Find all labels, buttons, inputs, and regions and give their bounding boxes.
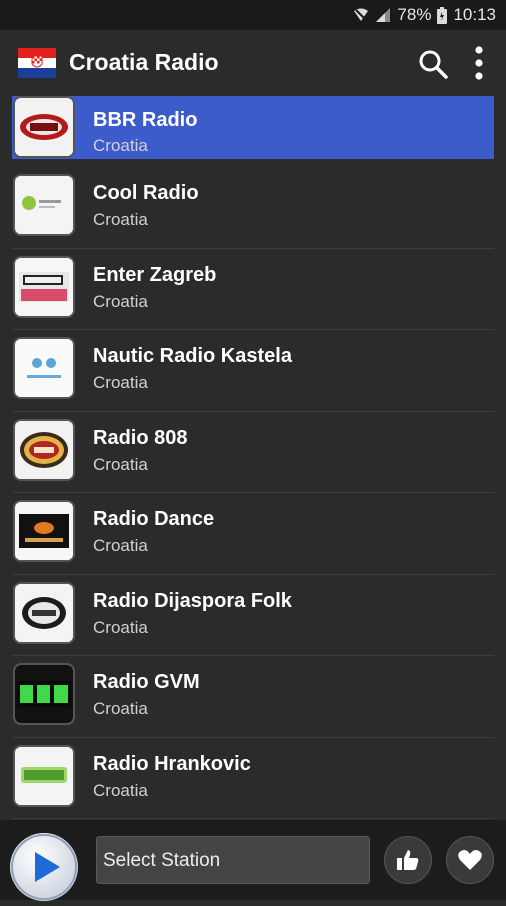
station-name: Radio Dijaspora Folk bbox=[93, 589, 292, 612]
station-logo bbox=[15, 583, 73, 642]
station-list: BBR Radio Croatia Cool Radio Croatia Ent… bbox=[12, 96, 494, 819]
station-row-radio-gvm[interactable]: Radio GVM Croatia bbox=[12, 656, 494, 738]
station-name: BBR Radio bbox=[93, 109, 198, 131]
croatia-flag-icon bbox=[18, 48, 56, 78]
station-row-radio-dijaspora-folk[interactable]: Radio Dijaspora Folk Croatia bbox=[12, 575, 494, 656]
station-name: Enter Zagreb bbox=[93, 263, 217, 286]
station-logo bbox=[15, 746, 73, 805]
station-country: Croatia bbox=[93, 373, 148, 392]
status-bar: 78% 10:13 bbox=[0, 0, 506, 30]
station-logo bbox=[15, 502, 73, 560]
station-country: Croatia bbox=[93, 780, 148, 800]
station-country: Croatia bbox=[93, 136, 148, 155]
like-button[interactable] bbox=[384, 836, 432, 884]
app-title: Croatia Radio bbox=[69, 49, 219, 75]
play-button[interactable] bbox=[10, 833, 78, 901]
station-country: Croatia bbox=[93, 454, 148, 474]
signal-icon bbox=[375, 7, 391, 23]
search-icon[interactable] bbox=[416, 47, 450, 81]
station-logo bbox=[15, 420, 73, 479]
station-country: Croatia bbox=[93, 536, 148, 555]
station-logo bbox=[15, 665, 73, 723]
app-bar: Croatia Radio bbox=[0, 30, 506, 96]
station-name: Radio GVM bbox=[93, 671, 200, 693]
station-select[interactable]: Select Station bbox=[96, 836, 370, 884]
station-name: Cool Radio bbox=[93, 182, 199, 204]
station-logo bbox=[15, 257, 73, 316]
station-country: Croatia bbox=[93, 617, 148, 637]
player-bar: Select Station bbox=[0, 820, 506, 901]
thumbs-up-icon bbox=[397, 850, 419, 870]
station-row-radio-dance[interactable]: Radio Dance Croatia bbox=[12, 493, 494, 575]
station-row-radio-hrankovic[interactable]: Radio Hrankovic Croatia bbox=[12, 738, 494, 819]
station-row-nautic-radio-kastela[interactable]: Nautic Radio Kastela Croatia bbox=[12, 330, 494, 412]
station-row-radio-808[interactable]: Radio 808 Croatia bbox=[12, 412, 494, 493]
play-icon bbox=[11, 834, 77, 900]
wifi-icon bbox=[353, 7, 369, 23]
station-country: Croatia bbox=[93, 210, 148, 229]
battery-percent: 78% bbox=[397, 5, 432, 24]
battery-icon bbox=[437, 6, 448, 24]
favorite-button[interactable] bbox=[446, 836, 494, 884]
station-logo bbox=[15, 98, 73, 156]
station-row-enter-zagreb[interactable]: Enter Zagreb Croatia bbox=[12, 249, 494, 330]
station-name: Radio Dance bbox=[93, 508, 215, 530]
station-name: Nautic Radio Kastela bbox=[93, 345, 292, 367]
station-country: Croatia bbox=[93, 699, 148, 718]
select-station-label: Select Station bbox=[103, 850, 221, 871]
station-name: Radio Hrankovic bbox=[93, 752, 251, 775]
station-row-bbr-radio[interactable]: BBR Radio Croatia bbox=[12, 96, 494, 159]
station-logo bbox=[15, 339, 73, 397]
heart-icon bbox=[458, 850, 482, 870]
station-logo bbox=[15, 176, 73, 234]
station-row-cool-radio[interactable]: Cool Radio Croatia bbox=[12, 167, 494, 249]
station-country: Croatia bbox=[93, 291, 148, 311]
clock: 10:13 bbox=[453, 5, 496, 24]
overflow-menu-icon[interactable] bbox=[468, 44, 490, 82]
station-name: Radio 808 bbox=[93, 426, 188, 449]
